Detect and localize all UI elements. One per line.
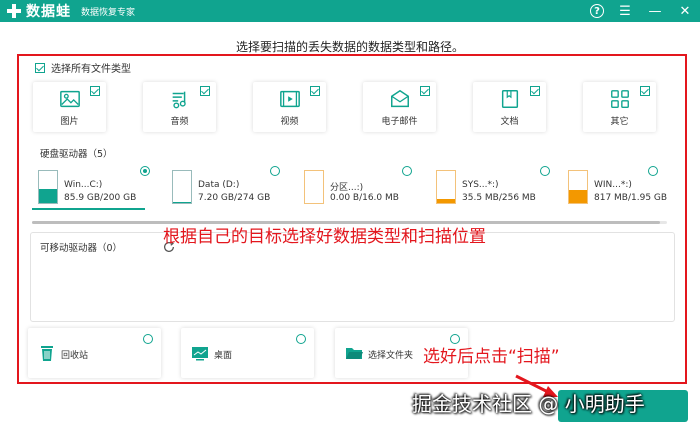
file-type-audio[interactable]: 音频: [143, 82, 216, 132]
desktop-icon: [192, 347, 208, 361]
drive-size: 817 MB/1.95 GB: [594, 193, 668, 203]
drive-item[interactable]: Data (D:) 7.20 GB/274 GB: [168, 168, 288, 210]
hard-drive-icon: [38, 170, 58, 204]
selected-drive-underline: [32, 208, 145, 210]
drive-name: 分区...:): [330, 183, 364, 193]
drive-radio[interactable]: [540, 166, 550, 176]
file-type-label: 视频: [280, 117, 299, 127]
file-type-label: 音频: [170, 117, 189, 127]
drive-radio[interactable]: [648, 166, 658, 176]
hard-drive-icon: [568, 170, 588, 204]
minimize-icon[interactable]: —: [646, 2, 664, 20]
annotation-main: 根据自己的目标选择好数据类型和扫描位置: [163, 227, 486, 247]
file-type-video[interactable]: 视频: [253, 82, 326, 132]
audio-icon: [172, 91, 186, 109]
close-icon[interactable]: ✕: [676, 2, 694, 20]
file-type-email[interactable]: 电子邮件: [363, 82, 436, 132]
drive-size: 7.20 GB/274 GB: [198, 193, 271, 203]
drive-item[interactable]: 分区...:) 0.00 B/16.0 MB: [300, 168, 420, 210]
app-logo: 数据蛙: [6, 1, 71, 21]
file-type-checkbox[interactable]: [200, 86, 210, 96]
location-recycle-bin[interactable]: 回收站: [28, 328, 161, 378]
file-type-checkbox[interactable]: [640, 86, 650, 96]
drive-name: Data (D:): [198, 180, 240, 190]
file-type-checkbox[interactable]: [420, 86, 430, 96]
hard-drive-icon: [172, 170, 192, 204]
file-type-label: 电子邮件: [381, 117, 418, 127]
page-heading: 选择要扫描的丢失数据的数据类型和路径。: [235, 40, 464, 54]
drive-item[interactable]: SYS...*:) 35.5 MB/256 MB: [432, 168, 552, 210]
image-icon: [59, 90, 80, 108]
drive-radio[interactable]: [402, 166, 412, 176]
drive-name: WIN...*:): [594, 180, 632, 190]
location-label: 桌面: [214, 351, 233, 361]
email-icon: [390, 89, 409, 108]
drive-name: Win...C:): [64, 180, 103, 190]
menu-icon[interactable]: ☰: [616, 2, 634, 20]
annotation-scan-hint: 选好后点击“扫描”: [423, 347, 560, 367]
hard-drive-icon: [436, 170, 456, 204]
removable-drives-title: 可移动驱动器（0）: [40, 243, 123, 254]
file-type-checkbox[interactable]: [90, 86, 100, 96]
select-all-label: 选择所有文件类型: [51, 64, 131, 75]
drive-size: 35.5 MB/256 MB: [462, 193, 536, 203]
file-type-document[interactable]: 文档: [473, 82, 546, 132]
help-icon[interactable]: ?: [590, 4, 604, 18]
document-icon: [501, 90, 518, 108]
file-type-label: 其它: [610, 117, 629, 127]
drive-size: 85.9 GB/200 GB: [64, 193, 137, 203]
drive-item[interactable]: Win...C:) 85.9 GB/200 GB: [34, 168, 154, 210]
location-label: 回收站: [61, 351, 89, 361]
drive-item[interactable]: WIN...*:) 817 MB/1.95 GB: [564, 168, 684, 210]
file-type-label: 文档: [500, 117, 519, 127]
window-controls: ? ☰ — ✕: [590, 2, 694, 20]
hard-drive-icon: [304, 170, 324, 204]
folder-icon: [346, 348, 363, 359]
file-type-other[interactable]: 其它: [583, 82, 656, 132]
title-bar: 数据蛙 数据恢复专家 ? ☰ — ✕: [0, 0, 700, 22]
checkbox-icon[interactable]: [35, 62, 45, 73]
select-all-checkbox[interactable]: 选择所有文件类型: [35, 60, 131, 75]
location-radio[interactable]: [296, 334, 306, 344]
location-radio[interactable]: [143, 334, 153, 344]
drive-radio[interactable]: [140, 166, 150, 176]
video-icon: [279, 90, 300, 108]
file-type-label: 图片: [60, 117, 79, 127]
app-subtitle: 数据恢复专家: [81, 7, 136, 18]
file-type-image[interactable]: 图片: [33, 82, 106, 132]
file-type-checkbox[interactable]: [530, 86, 540, 96]
other-icon: [610, 90, 629, 108]
plus-logo-icon: [6, 3, 22, 19]
app-logo-text: 数据蛙: [26, 4, 71, 20]
drive-size: 0.00 B/16.0 MB: [330, 193, 399, 203]
watermark: 掘金技术社区 @ 小明助手: [412, 392, 645, 416]
file-type-checkbox[interactable]: [310, 86, 320, 96]
recycle-bin-icon: [41, 346, 53, 361]
hard-drives-title: 硬盘驱动器（5）: [40, 149, 113, 160]
drive-name: SYS...*:): [462, 180, 499, 190]
drive-radio[interactable]: [270, 166, 280, 176]
location-label: 选择文件夹: [368, 351, 414, 361]
location-desktop[interactable]: 桌面: [181, 328, 314, 378]
